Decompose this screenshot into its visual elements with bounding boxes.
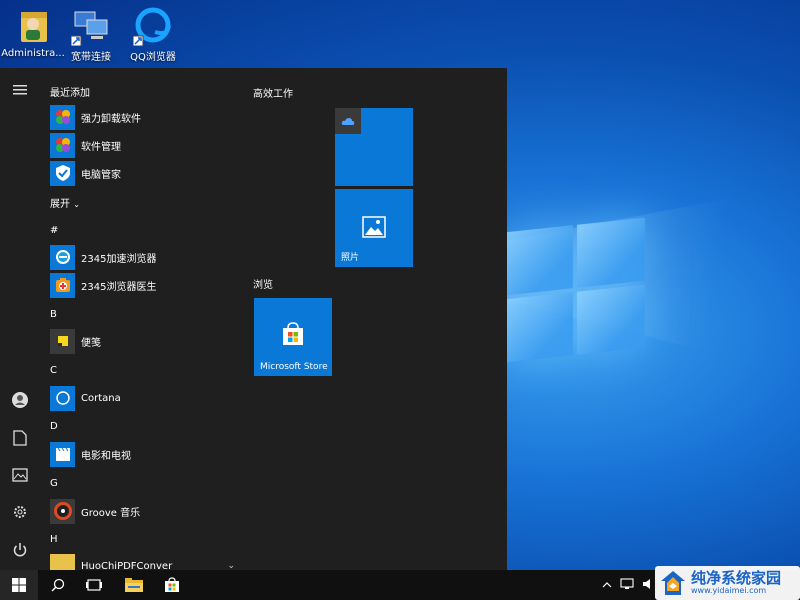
uninstaller-icon [50, 104, 75, 130]
sticky-notes-icon [50, 328, 75, 354]
app-label: 强力卸载软件 [81, 113, 141, 125]
cortana-icon [50, 385, 75, 411]
tile-group-title: 浏览 [253, 280, 273, 291]
browser-doctor-icon [50, 272, 75, 298]
power-icon[interactable] [0, 534, 40, 566]
onedrive-icon [335, 108, 361, 134]
qq-browser-icon [132, 6, 173, 47]
store-icon[interactable] [154, 570, 190, 600]
tile-group-title: 高效工作 [253, 89, 293, 100]
group-letter[interactable]: B [50, 309, 57, 320]
task-view-icon[interactable] [76, 570, 112, 600]
search-icon[interactable] [40, 570, 76, 600]
pictures-icon[interactable] [0, 459, 40, 491]
tile-microsoft-store[interactable]: Microsoft Store [254, 298, 332, 376]
recent-header: 最近添加 [50, 88, 90, 99]
group-letter[interactable]: H [50, 534, 58, 545]
desktop-icon-label: Administra... [1, 48, 65, 59]
app-item[interactable]: 2345浏览器医生 [50, 271, 156, 299]
pdf-converter-icon [50, 553, 75, 570]
app-item[interactable]: 软件管理 [50, 131, 121, 159]
group-letter[interactable]: G [50, 478, 58, 489]
chevron-down-icon: ⌄ [73, 200, 80, 209]
start-rail [0, 68, 40, 570]
groove-music-icon [50, 498, 75, 524]
group-letter[interactable]: # [50, 225, 58, 236]
windows-start-icon[interactable] [0, 570, 38, 600]
app-item[interactable]: 电影和电视 [50, 440, 131, 468]
app-label: 电脑管家 [81, 169, 121, 181]
desktop-icon-administrator[interactable]: Administra... [0, 4, 66, 59]
group-letter[interactable]: C [50, 365, 57, 376]
tile-photos[interactable]: 照片 [335, 189, 413, 267]
desktop-icon-qq-browser[interactable]: QQ浏览器 [120, 4, 186, 63]
hamburger-menu-icon[interactable] [0, 74, 40, 106]
group-letter[interactable]: D [50, 421, 58, 432]
pc-manager-icon [50, 160, 75, 186]
user-folder-icon [13, 6, 53, 46]
documents-icon[interactable] [0, 422, 40, 454]
app-item[interactable]: Groove 音乐 [50, 497, 140, 525]
app-item[interactable]: 电脑管家 [50, 159, 121, 187]
app-label: 电影和电视 [81, 450, 131, 462]
software-manager-icon [50, 132, 75, 158]
app-item[interactable]: Cortana [50, 384, 121, 412]
volume-icon[interactable] [642, 578, 654, 593]
app-label: 2345加速浏览器 [81, 253, 157, 265]
photos-icon [362, 216, 386, 238]
app-item[interactable]: 便笺 [50, 327, 101, 355]
desktop-icon-label: QQ浏览器 [130, 52, 176, 63]
app-label: 便笺 [81, 337, 101, 349]
tile-label: 照片 [341, 253, 360, 263]
chevron-up-icon[interactable] [602, 580, 612, 591]
desktop-icon-label: 宽带连接 [71, 52, 111, 63]
app-label: Cortana [81, 392, 121, 404]
desktop-icon-broadband[interactable]: 宽带连接 [58, 4, 124, 63]
watermark-logo [659, 569, 687, 597]
app-label: HuoChiPDFConver [81, 560, 173, 571]
tile-onedrive[interactable] [335, 108, 413, 186]
tray [602, 570, 654, 600]
store-icon [281, 322, 305, 346]
user-icon[interactable] [0, 384, 40, 416]
expand-label: 展开 [50, 199, 70, 210]
app-item[interactable]: HuoChiPDFConver ⌄ [50, 552, 235, 570]
movies-tv-icon [50, 441, 75, 467]
tile-label: Microsoft Store [260, 362, 328, 372]
app-label: 软件管理 [81, 141, 121, 153]
windows-logo-wallpaper [505, 217, 645, 363]
tiles-area: 高效工作 照片 浏览 Microsoft Store [240, 68, 507, 570]
app-label: Groove 音乐 [81, 507, 141, 519]
watermark: 纯净系统家园 www.yidaimei.com [655, 566, 800, 600]
app-item[interactable]: 强力卸载软件 [50, 103, 141, 131]
network-icon [70, 6, 111, 47]
settings-icon[interactable] [0, 496, 40, 528]
watermark-title: 纯净系统家园 [691, 569, 782, 587]
network-icon[interactable] [620, 577, 634, 593]
watermark-url: www.yidaimei.com [691, 586, 767, 595]
app-item[interactable]: 2345加速浏览器 [50, 243, 156, 271]
app-list: 最近添加 强力卸载软件 软件管理 电脑管家 展开 ⌄ # 2345加速浏览器 2… [40, 68, 240, 570]
app-label: 2345浏览器医生 [81, 281, 157, 293]
start-menu: 最近添加 强力卸载软件 软件管理 电脑管家 展开 ⌄ # 2345加速浏览器 2… [0, 68, 507, 570]
file-explorer-icon[interactable] [116, 570, 152, 600]
chevron-down-icon[interactable]: ⌄ [227, 561, 235, 570]
2345-browser-icon [50, 244, 75, 270]
expand-toggle[interactable]: 展开 ⌄ [50, 195, 80, 210]
